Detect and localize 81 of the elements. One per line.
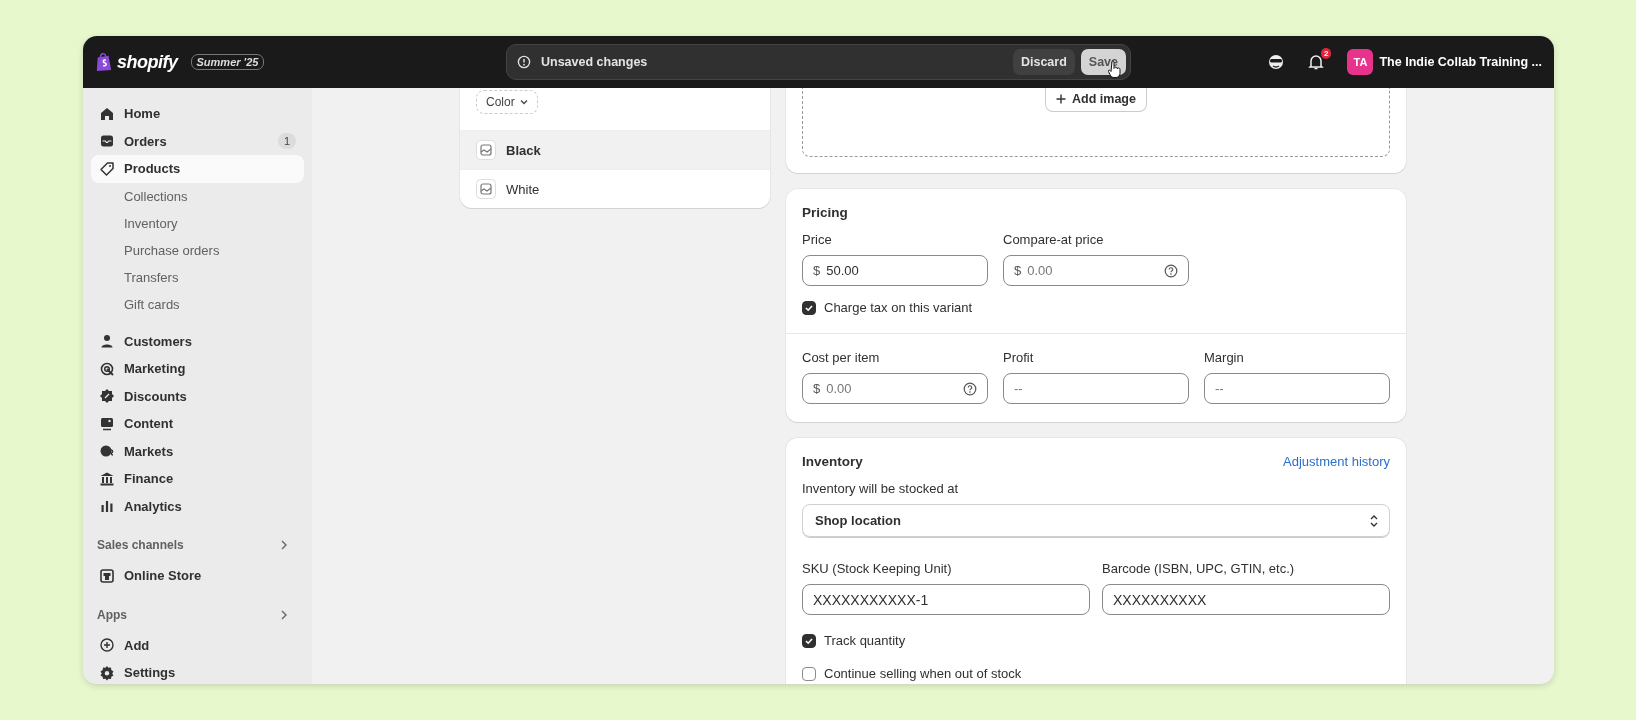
adjustment-history-link[interactable]: Adjustment history — [1283, 454, 1390, 469]
count-badge: 1 — [277, 133, 296, 150]
field-label: Margin — [1204, 350, 1245, 365]
field-label: Barcode (ISBN, UPC, GTIN, etc.) — [1102, 561, 1296, 576]
field-label: SKU (Stock Keeping Unit) — [802, 561, 953, 576]
chart-icon — [99, 498, 115, 515]
select-arrows-icon — [1369, 513, 1379, 528]
nav-item[interactable]: Marketing — [91, 355, 304, 383]
nav-item[interactable]: Analytics — [91, 492, 304, 520]
card-title: Inventory — [802, 454, 863, 469]
field-label: Profit — [1003, 350, 1035, 365]
logo-text: shopify — [117, 51, 178, 73]
home-icon — [99, 105, 115, 122]
bell-icon[interactable] — [1307, 53, 1326, 71]
content-icon — [99, 415, 115, 432]
nav-item[interactable]: Finance — [91, 465, 304, 493]
nav-subitem[interactable]: Purchase orders — [91, 236, 304, 264]
image-placeholder-icon — [476, 179, 496, 199]
variant-row[interactable]: Black — [460, 130, 770, 169]
plus-circle-icon — [99, 637, 115, 654]
checkbox-label: Continue selling when out of stock — [824, 666, 1022, 681]
nav-item[interactable]: Markets — [91, 437, 304, 465]
image-drop-zone[interactable]: Add image — [802, 88, 1390, 157]
input-field[interactable]: -- — [1204, 373, 1390, 404]
location-select[interactable]: Shop location — [802, 504, 1390, 537]
input-field[interactable]: -- — [1003, 373, 1189, 404]
checkbox-label: Charge tax on this variant — [824, 300, 973, 315]
tag-icon — [99, 160, 115, 177]
target-icon — [99, 360, 115, 377]
image-placeholder-icon — [476, 140, 496, 160]
chevron-down-icon — [519, 99, 528, 105]
notification-count: 2 — [1321, 48, 1332, 59]
option-filter-chip[interactable]: Color — [476, 90, 538, 114]
help-icon[interactable] — [963, 381, 977, 396]
nav-item[interactable]: Settings — [91, 659, 304, 684]
price-input[interactable]: $ 50.00 — [802, 255, 988, 286]
nav-item[interactable]: Home — [91, 100, 304, 128]
field-label: Inventory will be stocked at — [802, 481, 960, 496]
nav-item[interactable]: Discounts — [91, 382, 304, 410]
nav-item[interactable]: Products — [91, 155, 304, 183]
price-input[interactable]: $ 0.00 — [1003, 255, 1189, 286]
nav-item[interactable]: Content — [91, 410, 304, 438]
nav-item[interactable]: Customers — [91, 327, 304, 355]
nav-subitem[interactable]: Gift cards — [91, 290, 304, 318]
checkbox[interactable] — [802, 300, 816, 315]
discard-button[interactable]: Discard — [1012, 49, 1075, 75]
chevron-right-icon[interactable] — [280, 608, 288, 621]
variant-row[interactable]: White — [460, 169, 770, 208]
input-field[interactable]: XXXXXXXXXXX-1 — [802, 584, 1090, 615]
store-name[interactable]: The Indie Collab Training ... — [1379, 55, 1542, 69]
store-avatar[interactable]: TA — [1347, 49, 1374, 75]
nav-item[interactable]: Orders 1 — [91, 127, 304, 155]
add-image-button[interactable]: Add image — [1045, 88, 1147, 112]
nav-subitem[interactable]: Collections — [91, 182, 304, 210]
checkbox-label: Track quantity — [824, 633, 906, 648]
bank-icon — [99, 470, 115, 487]
field-label: Price — [802, 232, 833, 247]
person-icon — [99, 333, 115, 350]
help-icon[interactable] — [1164, 263, 1178, 278]
checkbox[interactable] — [802, 633, 816, 648]
nav-item[interactable]: Online Store — [91, 562, 304, 590]
field-label: Compare-at price — [1003, 232, 1105, 247]
chevron-right-icon[interactable] — [280, 539, 288, 551]
shopping-bag-icon — [95, 52, 113, 72]
alert-icon — [517, 55, 531, 69]
nav-subitem[interactable]: Transfers — [91, 263, 304, 291]
input-field[interactable]: $ 0.00 — [802, 373, 988, 404]
field-label: Cost per item — [802, 350, 881, 365]
section-heading: Apps — [97, 607, 127, 622]
section-heading: Sales channels — [97, 538, 184, 552]
nav-subitem[interactable]: Inventory — [91, 209, 304, 237]
nav-item[interactable]: Add — [91, 631, 304, 659]
card-title: Pricing — [802, 205, 849, 220]
checkbox[interactable] — [802, 666, 816, 681]
input-field[interactable]: XXXXXXXXXX — [1102, 584, 1390, 615]
store-icon — [99, 567, 115, 584]
unsaved-message: Unsaved changes — [541, 55, 648, 69]
edition-badge: Summer '25 — [190, 54, 265, 70]
settings-icon — [99, 664, 115, 681]
discount-icon — [99, 388, 115, 405]
plus-icon — [1056, 94, 1067, 104]
